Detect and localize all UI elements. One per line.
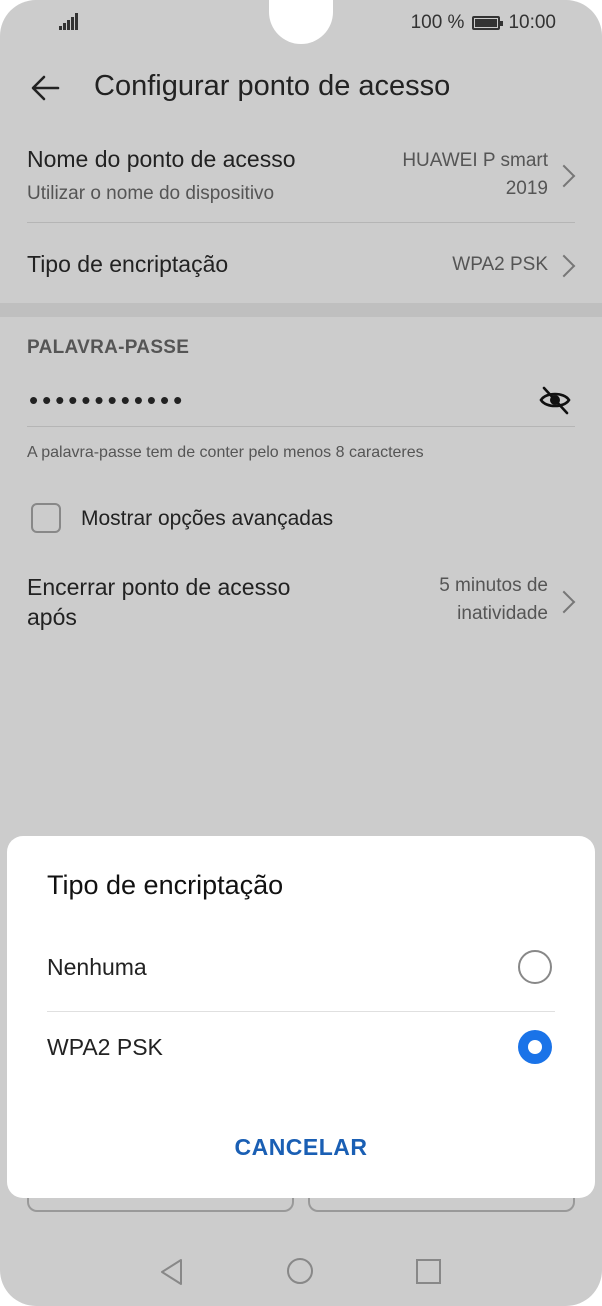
ap-name-row[interactable]: Nome do ponto de acesso Utilizar o nome … [0, 128, 602, 222]
shutdown-value: 5 minutos de inatividade [439, 572, 548, 628]
ap-name-subtitle: Utilizar o nome do dispositivo [27, 183, 275, 204]
encryption-dialog: Tipo de encriptação Nenhuma WPA2 PSK CAN… [7, 836, 595, 1198]
shutdown-title: Encerrar ponto de acesso após [27, 572, 290, 632]
ap-name-title: Nome do ponto de acesso [27, 146, 296, 172]
navigation-bar [0, 1236, 602, 1306]
eye-off-icon[interactable] [538, 383, 572, 417]
option-label: Nenhuma [47, 954, 147, 980]
password-hint: A palavra-passe tem de conter pelo menos… [27, 444, 424, 461]
encryption-row[interactable]: Tipo de encriptação WPA2 PSK [0, 223, 602, 303]
ap-name-value: HUAWEI P smart 2019 [402, 147, 548, 203]
option-wpa2-psk[interactable]: WPA2 PSK [7, 1012, 595, 1092]
shutdown-value-line1: 5 minutos de [439, 575, 548, 596]
ap-name-value-line2: 2019 [505, 178, 548, 199]
shutdown-row[interactable]: Encerrar ponto de acesso após 5 minutos … [0, 560, 602, 640]
shutdown-value-line2: inatividade [457, 603, 548, 624]
option-none[interactable]: Nenhuma [7, 932, 595, 1012]
page-title: Configurar ponto de acesso [94, 70, 451, 102]
shutdown-title-line1: Encerrar ponto de acesso [27, 574, 291, 600]
chevron-right-icon [552, 164, 576, 188]
shutdown-title-line2: após [27, 604, 77, 630]
cancel-button[interactable]: CANCELAR [7, 1134, 595, 1161]
bottom-button-left [27, 1198, 294, 1212]
ap-name-value-line1: HUAWEI P smart [402, 150, 548, 171]
chevron-right-icon [552, 590, 576, 614]
signal-icon [59, 13, 79, 30]
chevron-right-icon [552, 254, 576, 278]
bottom-button-right [308, 1198, 575, 1212]
phone-screen: 100 % 10:00 Configurar ponto de acesso N… [0, 0, 602, 1306]
password-underline [27, 426, 575, 427]
radio-selected-icon[interactable] [518, 1030, 552, 1064]
app-bar: Configurar ponto de acesso [0, 56, 602, 120]
section-divider [0, 303, 602, 317]
advanced-options-label[interactable]: Mostrar opções avançadas [81, 507, 333, 531]
advanced-options-checkbox[interactable] [31, 503, 61, 533]
battery-percent: 100 % [410, 12, 465, 33]
dialog-title: Tipo de encriptação [47, 870, 284, 900]
battery-icon [472, 16, 504, 30]
clock: 10:00 [508, 12, 556, 33]
option-label: WPA2 PSK [47, 1034, 163, 1060]
password-input[interactable]: •••••••••••• [29, 385, 186, 416]
encryption-title: Tipo de encriptação [27, 251, 229, 277]
nav-home-icon[interactable] [287, 1258, 313, 1284]
status-right: 100 % 10:00 [411, 12, 556, 34]
radio-unselected-icon[interactable] [518, 950, 552, 984]
arrow-left-icon[interactable] [26, 68, 66, 108]
nav-back-icon[interactable] [159, 1258, 185, 1286]
encryption-value: WPA2 PSK [452, 254, 548, 275]
nav-recent-icon[interactable] [416, 1259, 441, 1284]
password-section-header: PALAVRA-PASSE [27, 337, 190, 358]
